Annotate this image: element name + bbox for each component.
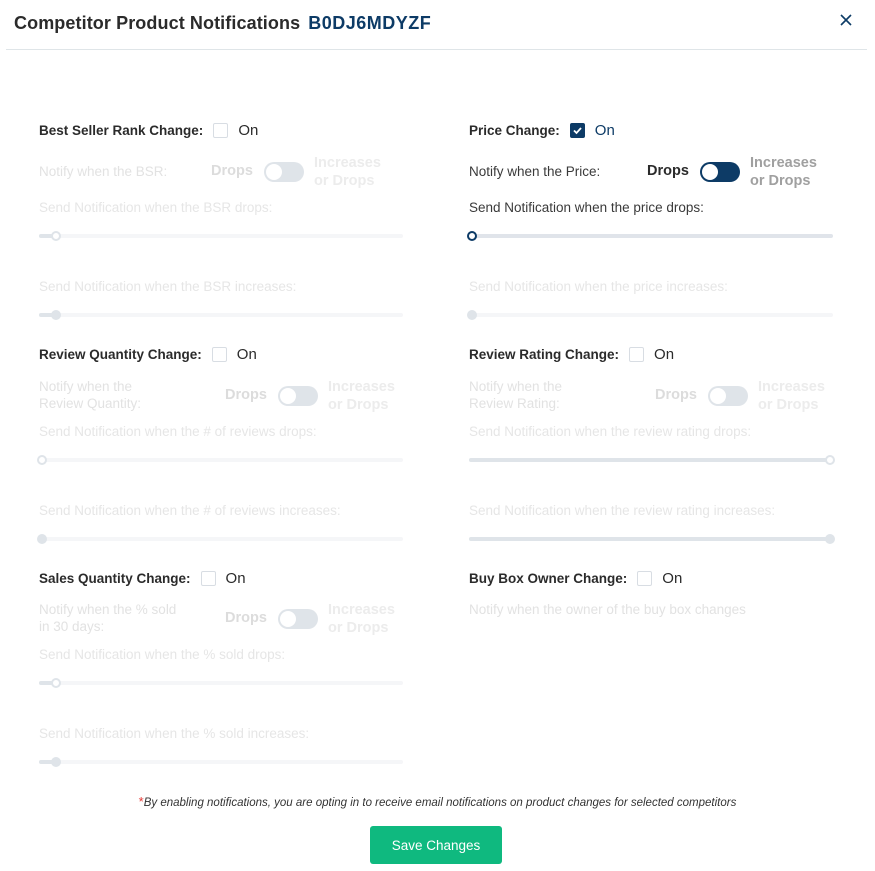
toggle-knob <box>280 388 296 404</box>
modal-title-text: Competitor Product Notifications <box>14 13 301 33</box>
asin-label: B0DJ6MDYZF <box>308 13 432 33</box>
review-quantity-enable-checkbox[interactable] <box>211 346 227 362</box>
slider-thumb[interactable] <box>467 231 477 241</box>
slider-thumb[interactable] <box>51 678 62 688</box>
sales-quantity-enable-checkbox[interactable] <box>200 570 216 586</box>
sales-quantity-increase-slider[interactable] <box>39 755 403 769</box>
toggle-knob <box>280 611 296 627</box>
notify-label: Notify when the BSR: <box>39 164 168 179</box>
review-rating-increase-slider[interactable] <box>469 532 835 546</box>
toggle-knob <box>266 164 282 180</box>
drop-slider-label: Send Notification when the # of reviews … <box>39 424 317 439</box>
check-icon <box>573 126 582 134</box>
drop-slider-label: Send Notification when the review rating… <box>469 424 752 439</box>
bsr-mode-toggle[interactable] <box>264 162 304 182</box>
section-sales-quantity: Sales Quantity Change: On Notify when th… <box>39 568 409 769</box>
slider-thumb[interactable] <box>467 310 477 320</box>
increases-or-drops-label: Increases or Drops <box>758 379 825 413</box>
increase-slider-label: Send Notification when the price increas… <box>469 279 728 294</box>
slider-thumb[interactable] <box>37 534 47 544</box>
section-title: Sales Quantity Change: <box>39 570 191 586</box>
increase-slider-label: Send Notification when the # of reviews … <box>39 503 341 518</box>
drops-label: Drops <box>225 387 267 403</box>
section-price: Price Change: On Notify when the Price: … <box>467 120 839 322</box>
price-enable-checkbox[interactable] <box>569 122 585 138</box>
section-buy-box: Buy Box Owner Change: On Notify when the… <box>469 568 839 618</box>
review-quantity-drop-slider[interactable] <box>37 453 403 467</box>
bsr-drop-slider[interactable] <box>39 229 403 243</box>
save-changes-button[interactable]: Save Changes <box>370 826 502 864</box>
section-review-quantity: Review Quantity Change: On Notify when t… <box>37 344 409 546</box>
section-title: Review Rating Change: <box>469 346 620 362</box>
increases-or-drops-label: Increases or Drops <box>328 379 395 413</box>
disclaimer-text: By enabling notifications, you are optin… <box>143 797 737 809</box>
modal-header: Competitor Product Notifications B0DJ6MDY… <box>6 0 867 50</box>
drop-slider-label: Send Notification when the BSR drops: <box>39 200 273 215</box>
notify-label: Notify when the Review Rating: <box>469 379 563 411</box>
slider-thumb[interactable] <box>51 310 62 320</box>
modal-title: Competitor Product Notifications B0DJ6MDY… <box>14 13 431 34</box>
sales-quantity-mode-toggle[interactable] <box>278 609 318 629</box>
slider-thumb[interactable] <box>51 757 62 767</box>
on-label: On <box>662 569 683 587</box>
increase-slider-label: Send Notification when the % sold increa… <box>39 726 310 741</box>
opt-in-disclaimer: *By enabling notifications, you are opti… <box>0 794 875 809</box>
slider-thumb[interactable] <box>825 455 835 465</box>
increases-or-drops-label: Increases or Drops <box>750 155 817 189</box>
slider-thumb[interactable] <box>825 534 835 544</box>
on-label: On <box>238 121 259 139</box>
drops-label: Drops <box>225 610 267 626</box>
review-quantity-increase-slider[interactable] <box>37 532 403 546</box>
drops-label: Drops <box>211 163 253 179</box>
slider-thumb[interactable] <box>37 455 47 465</box>
notify-label: Notify when the % sold in 30 days: <box>39 602 177 634</box>
on-label: On <box>654 345 675 363</box>
review-rating-enable-checkbox[interactable] <box>629 346 645 362</box>
on-label: On <box>236 345 257 363</box>
buy-box-note: Notify when the owner of the buy box cha… <box>469 602 746 617</box>
increases-or-drops-label: Increases or Drops <box>328 602 395 636</box>
slider-thumb[interactable] <box>51 231 62 241</box>
close-icon <box>840 14 852 26</box>
review-quantity-mode-toggle[interactable] <box>278 386 318 406</box>
section-bsr: Best Seller Rank Change: On Notify when … <box>39 120 409 322</box>
review-rating-mode-toggle[interactable] <box>708 386 748 406</box>
toggle-knob <box>702 164 718 180</box>
toggle-knob <box>710 388 726 404</box>
drops-label: Drops <box>655 387 697 403</box>
review-rating-drop-slider[interactable] <box>469 453 835 467</box>
section-title: Price Change: <box>469 122 560 138</box>
drop-slider-label: Send Notification when the price drops: <box>469 200 704 215</box>
increases-or-drops-label: Increases or Drops <box>314 155 381 189</box>
drops-label: Drops <box>647 163 689 179</box>
section-title: Buy Box Owner Change: <box>469 570 628 586</box>
section-review-rating: Review Rating Change: On Notify when the… <box>469 344 839 546</box>
section-title: Best Seller Rank Change: <box>39 122 204 138</box>
price-drop-slider[interactable] <box>467 229 833 243</box>
increase-slider-label: Send Notification when the BSR increases… <box>39 279 297 294</box>
price-mode-toggle[interactable] <box>700 162 740 182</box>
notify-label: Notify when the Price: <box>469 164 601 179</box>
on-label: On <box>594 121 615 139</box>
sales-quantity-drop-slider[interactable] <box>39 676 403 690</box>
price-increase-slider[interactable] <box>467 308 833 322</box>
close-button[interactable] <box>837 11 855 29</box>
section-title: Review Quantity Change: <box>39 346 202 362</box>
on-label: On <box>225 569 246 587</box>
buy-box-enable-checkbox[interactable] <box>637 570 653 586</box>
increase-slider-label: Send Notification when the review rating… <box>469 503 776 518</box>
bsr-enable-checkbox[interactable] <box>213 122 229 138</box>
notify-label: Notify when the Review Quantity: <box>39 379 142 411</box>
bsr-increase-slider[interactable] <box>39 308 403 322</box>
drop-slider-label: Send Notification when the % sold drops: <box>39 647 286 662</box>
